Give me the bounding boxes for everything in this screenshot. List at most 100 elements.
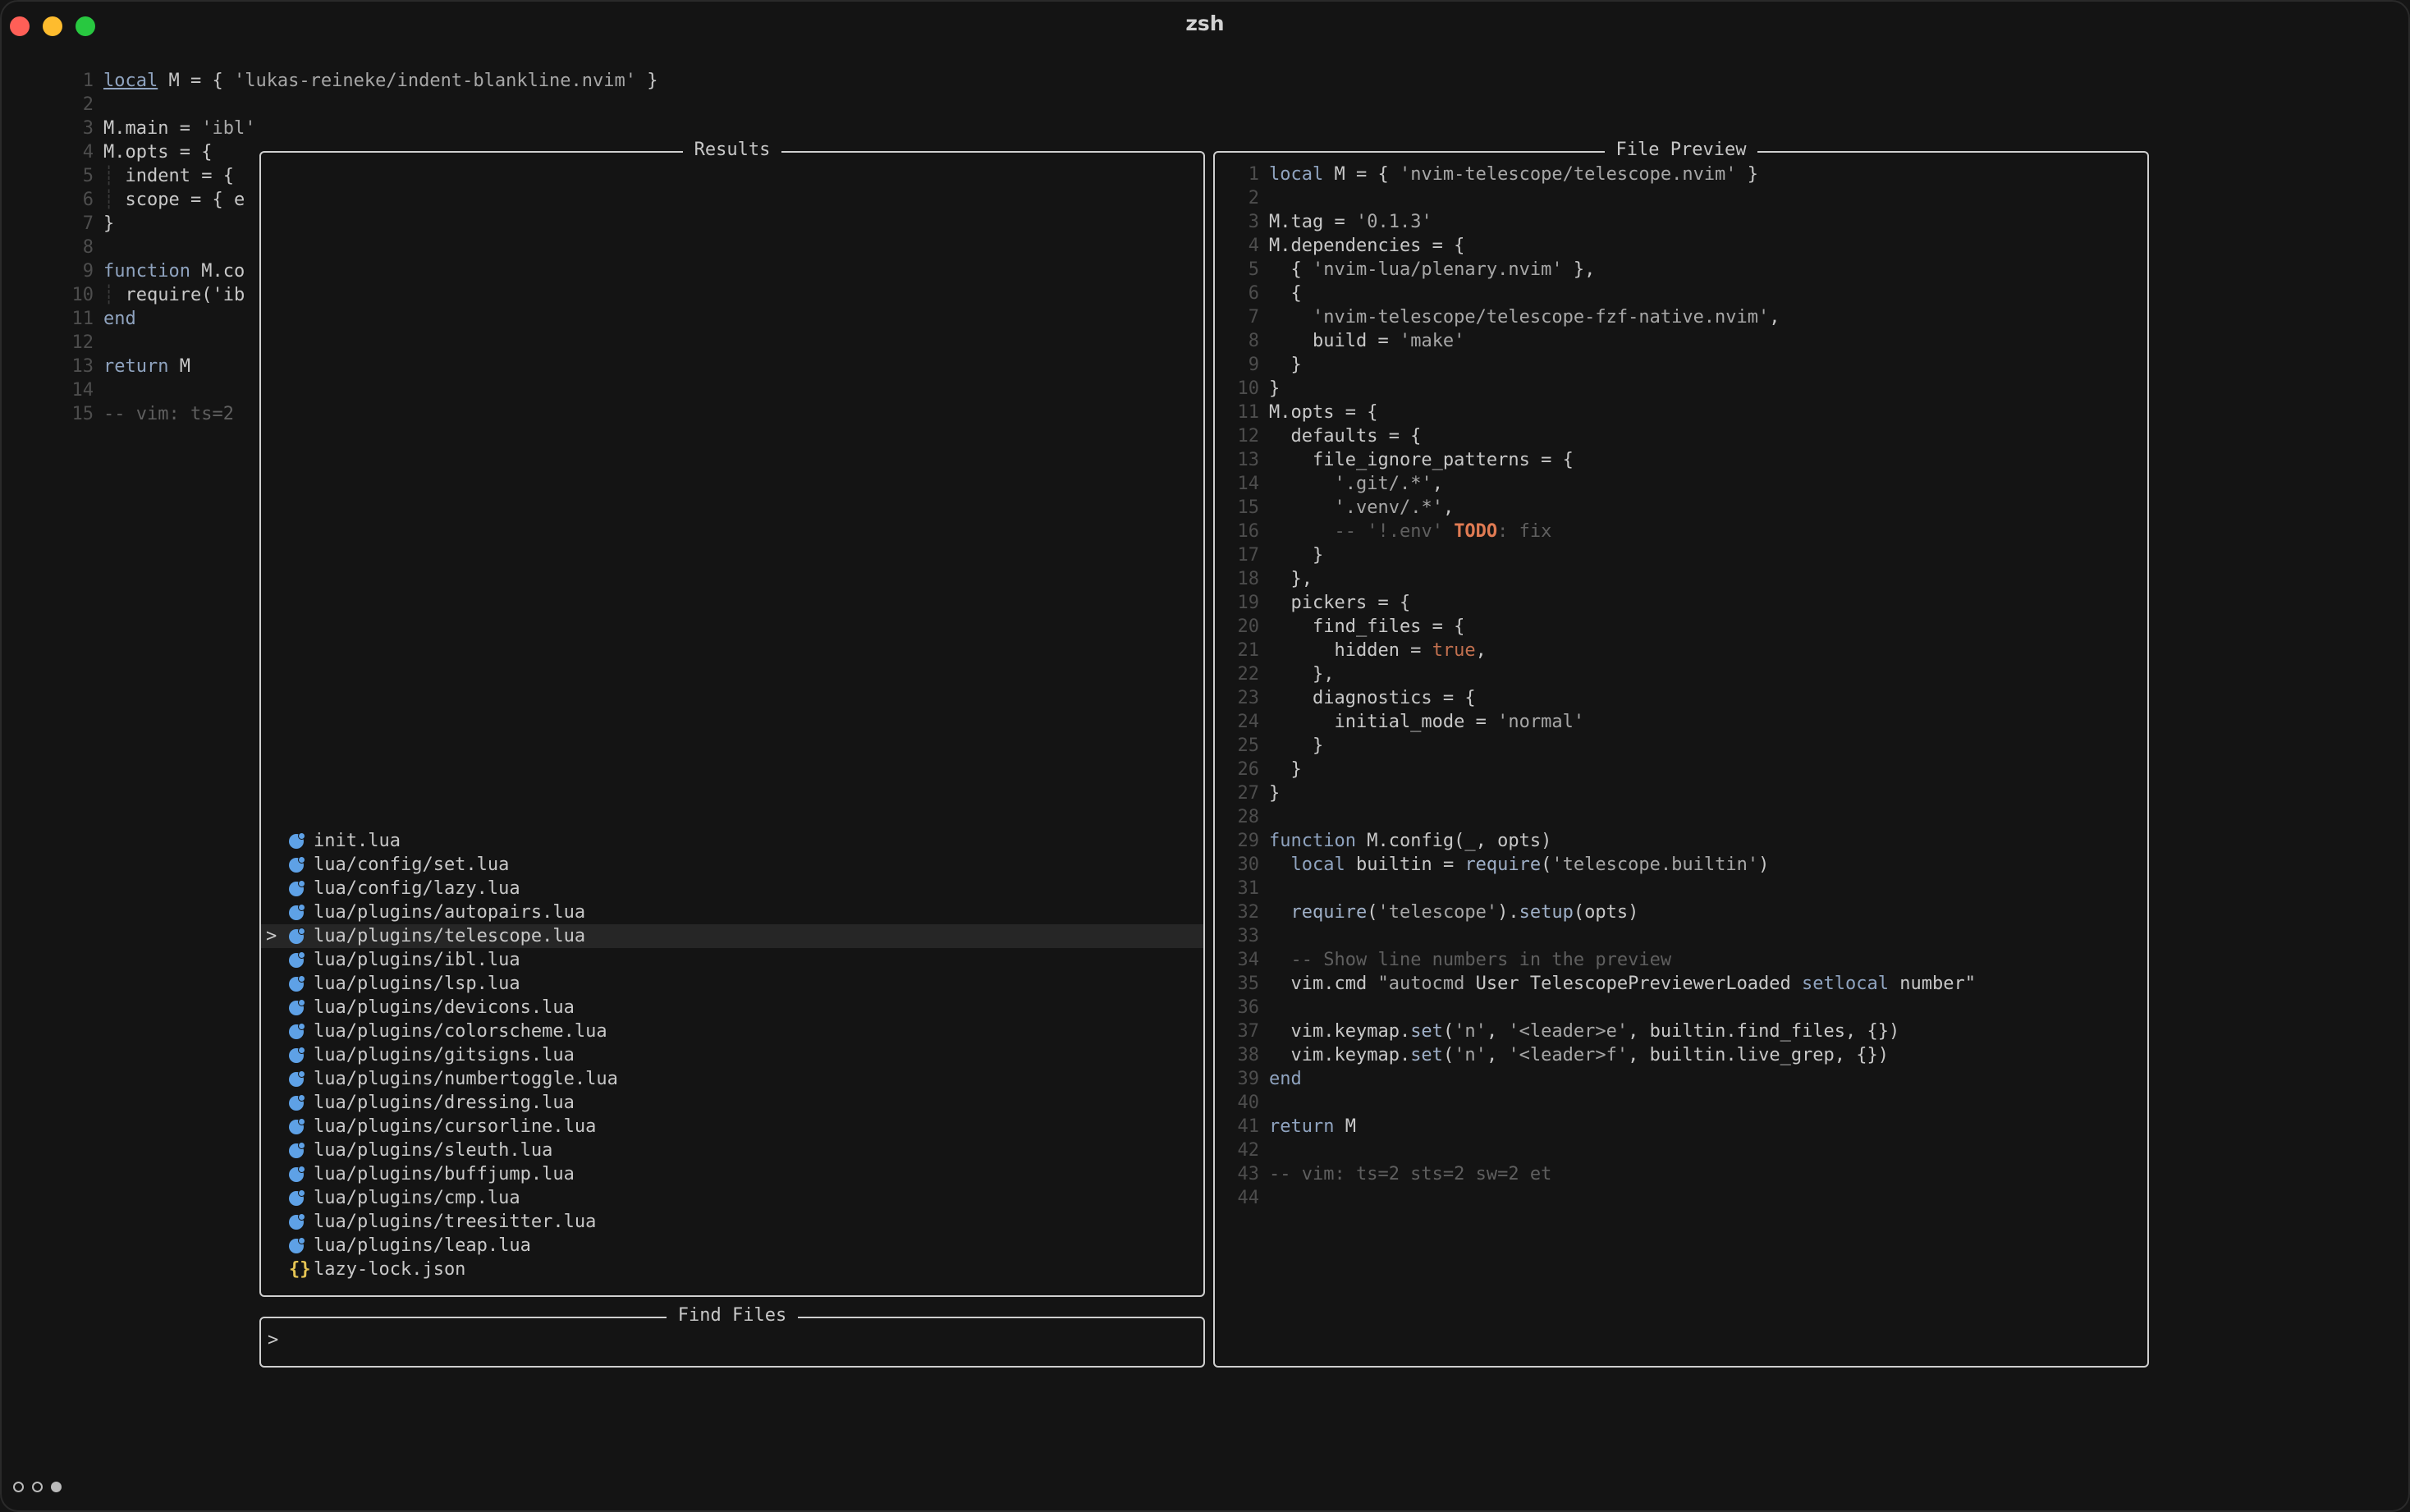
code-token: },	[1269, 664, 1335, 685]
lua-icon	[289, 999, 305, 1015]
code-token: function	[1269, 831, 1356, 851]
code-token: setup	[1519, 902, 1574, 923]
line-number: 12	[71, 332, 94, 353]
find-files-prompt[interactable]: Find Files >	[259, 1305, 1205, 1368]
line-number: 14	[1237, 474, 1260, 494]
code-line: 28	[1226, 805, 1976, 829]
json-icon: {}	[289, 1259, 311, 1280]
result-item[interactable]: lua/plugins/colorscheme.lua	[261, 1019, 1203, 1043]
preview-title: File Preview	[1604, 140, 1758, 160]
code-line: 18 },	[1226, 567, 1976, 591]
line-number: 42	[1237, 1140, 1260, 1161]
code-token: '<leader>f'	[1508, 1045, 1629, 1065]
result-item[interactable]: lua/config/set.lua	[261, 853, 1203, 877]
result-item[interactable]: lua/plugins/autopairs.lua	[261, 900, 1203, 924]
code-token: M.tag =	[1269, 212, 1356, 232]
code-token: M.config(_, opts)	[1355, 831, 1552, 851]
result-path: lua/plugins/dressing.lua	[314, 1093, 575, 1113]
line-number: 32	[1237, 902, 1260, 923]
result-path: lazy-lock.json	[314, 1259, 466, 1280]
results-panel[interactable]: Results init.lua lua/config/set.lua lua/co…	[259, 140, 1205, 1297]
result-item[interactable]: lua/plugins/gitsigns.lua	[261, 1043, 1203, 1067]
code-line: 25 }	[1226, 734, 1976, 758]
results-title: Results	[682, 140, 782, 160]
result-item[interactable]: lua/plugins/ibl.lua	[261, 948, 1203, 972]
result-item[interactable]: init.lua	[261, 829, 1203, 853]
result-item[interactable]: > lua/plugins/telescope.lua	[261, 924, 1203, 948]
code-line: 35 vim.cmd "autocmd User TelescopePrevie…	[1226, 972, 1976, 996]
active-tab-dot	[51, 1482, 62, 1492]
code-token: }	[103, 213, 115, 234]
code-line: 36	[1226, 996, 1976, 1019]
code-token: ,	[1769, 307, 1780, 328]
line-number: 31	[1237, 878, 1260, 899]
line-number: 8	[1248, 331, 1259, 351]
result-item[interactable]: lua/plugins/dressing.lua	[261, 1091, 1203, 1115]
code-token: M = {	[158, 71, 234, 91]
code-line: 1 local M = { 'lukas-reineke/indent-blank…	[61, 69, 658, 93]
result-item[interactable]: lua/plugins/cursorline.lua	[261, 1115, 1203, 1139]
code-token: M.co	[190, 261, 245, 282]
code-line: 17 }	[1226, 543, 1976, 567]
code-line: 21 hidden = true,	[1226, 639, 1976, 662]
code-token: (opts)	[1573, 902, 1639, 923]
result-item[interactable]: lua/plugins/buffjump.lua	[261, 1162, 1203, 1186]
tab-indicator	[13, 1480, 70, 1496]
code-token: local	[103, 71, 158, 91]
code-token: }	[636, 71, 658, 91]
line-number: 43	[1237, 1164, 1260, 1184]
code-token: file_ignore_patterns = {	[1269, 450, 1574, 470]
code-line: 24 initial_mode = 'normal'	[1226, 710, 1976, 734]
code-line: 12 defaults = {	[1226, 424, 1976, 448]
code-token: ┊	[103, 285, 126, 305]
code-token: 'make'	[1399, 331, 1465, 351]
result-item[interactable]: lua/config/lazy.lua	[261, 877, 1203, 900]
result-item[interactable]: lua/plugins/treesitter.lua	[261, 1210, 1203, 1234]
result-item[interactable]: lua/plugins/devicons.lua	[261, 996, 1203, 1019]
result-path: lua/plugins/devicons.lua	[314, 997, 575, 1018]
lua-icon	[289, 1213, 305, 1230]
code-token: return	[103, 356, 169, 377]
line-number: 30	[1237, 855, 1260, 875]
code-token: indent = {	[125, 166, 234, 186]
line-number: 10	[1237, 378, 1260, 399]
line-number: 4	[1248, 236, 1259, 256]
file-preview-panel[interactable]: File Preview 1 local M = { 'nvim-telescop…	[1213, 140, 2149, 1368]
code-token: (	[1541, 855, 1552, 875]
line-number: 5	[1248, 259, 1259, 280]
result-item[interactable]: {} lazy-lock.json	[261, 1258, 1203, 1281]
line-number: 3	[82, 118, 94, 139]
code-line: 3 M.tag = '0.1.3'	[1226, 210, 1976, 234]
result-item[interactable]: lua/plugins/sleuth.lua	[261, 1139, 1203, 1162]
code-line: 15 '.venv/.*',	[1226, 496, 1976, 520]
code-line: 2	[1226, 186, 1976, 210]
code-line: 10}	[1226, 377, 1976, 401]
code-line: 14 '.git/.*',	[1226, 472, 1976, 496]
lua-icon	[289, 832, 305, 849]
prompt-input[interactable]: >	[268, 1330, 278, 1350]
code-line: 43 -- vim: ts=2 sts=2 sw=2 et	[1226, 1162, 1976, 1186]
result-item[interactable]: lua/plugins/lsp.lua	[261, 972, 1203, 996]
line-number: 7	[82, 213, 94, 234]
code-token: },	[1562, 259, 1596, 280]
result-item[interactable]: lua/plugins/cmp.lua	[261, 1186, 1203, 1210]
code-token: {	[1269, 259, 1313, 280]
line-number: 15	[71, 404, 94, 424]
result-path: lua/plugins/colorscheme.lua	[314, 1021, 607, 1042]
code-line: 29 function M.config(_, opts)	[1226, 829, 1976, 853]
result-item[interactable]: lua/plugins/numbertoggle.lua	[261, 1067, 1203, 1091]
code-token: , builtin.find_files, {})	[1628, 1021, 1900, 1042]
result-path: init.lua	[314, 831, 401, 851]
result-item[interactable]: lua/plugins/leap.lua	[261, 1234, 1203, 1258]
line-number: 6	[82, 190, 94, 210]
results-list[interactable]: init.lua lua/config/set.lua lua/config/laz…	[261, 829, 1203, 1281]
code-token: require	[1464, 855, 1542, 875]
code-line: 20 find_files = {	[1226, 615, 1976, 639]
result-path: lua/plugins/sleuth.lua	[314, 1140, 553, 1161]
code-line: 1 local M = { 'nvim-telescope/telescope.n…	[1226, 163, 1976, 186]
code-token: 'ibl'	[201, 118, 256, 139]
code-line: 22 },	[1226, 662, 1976, 686]
code-token: 'telescope'	[1377, 902, 1498, 923]
code-token: ,	[1442, 497, 1455, 518]
